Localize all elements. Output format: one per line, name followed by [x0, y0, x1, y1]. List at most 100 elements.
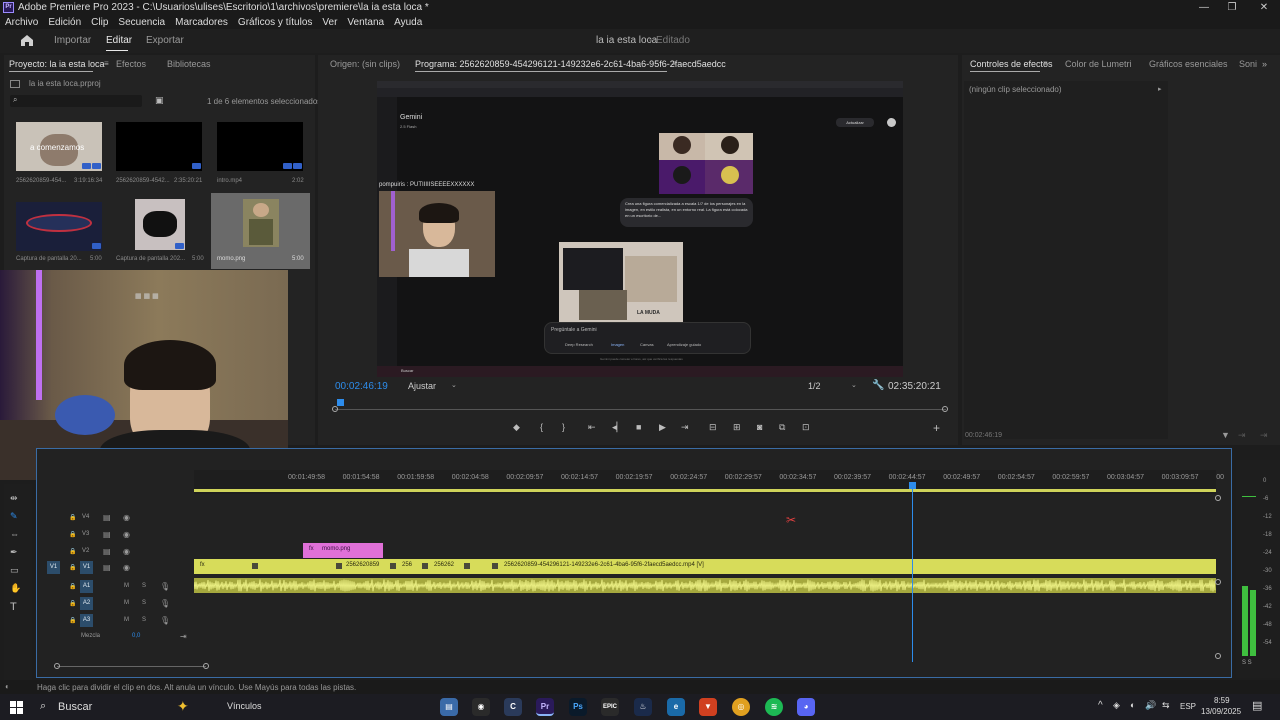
menu-ventana[interactable]: Ventana [347, 17, 384, 28]
eye-icon[interactable]: ◉ [123, 530, 130, 539]
clip-v1-main[interactable]: fx 2562620859 256 256262 2562620859-4542… [194, 559, 1216, 574]
mute-button[interactable]: M [124, 617, 129, 623]
clock-date[interactable]: 13/09/2025 [1201, 707, 1241, 716]
export-frame-icon[interactable]: ⇥ [1238, 430, 1246, 441]
notifications-icon[interactable]: ▤ [1252, 699, 1262, 712]
steam-icon[interactable]: ♨ [634, 698, 652, 716]
clip-a1-audio[interactable] [194, 578, 1216, 593]
stop-icon[interactable]: ■ [636, 423, 641, 432]
language-indicator[interactable]: ESP [1180, 702, 1196, 711]
rectangle-tool-icon[interactable]: ▭ [10, 566, 19, 575]
tab-lumetri[interactable]: Color de Lumetri [1065, 59, 1132, 69]
menu-ver[interactable]: Ver [322, 17, 337, 28]
lock-icon[interactable]: 🔒 [69, 548, 76, 555]
export-icon[interactable]: ⇥ [1260, 430, 1268, 441]
tab-project[interactable]: Proyecto: la ia esta loca [9, 59, 105, 69]
network-icon[interactable]: ⇆ [1162, 700, 1170, 711]
close-icon[interactable]: ✕ [1248, 0, 1280, 15]
playhead-marker[interactable] [337, 399, 344, 406]
widget-label[interactable]: Vínculos [227, 701, 262, 711]
filter-icon[interactable]: ▼ [1221, 430, 1230, 440]
step-back-icon[interactable]: ◂▏ [612, 423, 623, 432]
solo-button[interactable]: S [142, 583, 146, 589]
go-to-out-icon[interactable]: ⇥ [681, 423, 689, 432]
hand-tool-icon[interactable]: ✋ [10, 584, 21, 593]
tab-effects[interactable]: Efectos [116, 59, 146, 69]
tab-essential-graphics[interactable]: Gráficos esenciales [1149, 59, 1228, 69]
eye-icon[interactable]: ◉ [123, 547, 130, 556]
volume-icon[interactable]: 🔊 [1145, 700, 1156, 711]
extract-icon[interactable]: ⊞ [733, 423, 741, 432]
home-icon[interactable] [20, 34, 34, 47]
tab-importar[interactable]: Importar [54, 35, 91, 46]
clock-time[interactable]: 8:59 [1214, 696, 1230, 705]
pen-tool-icon[interactable]: ✒ [10, 548, 18, 557]
windows-start-icon[interactable] [10, 701, 23, 714]
program-scrubber[interactable] [335, 409, 946, 410]
tray-volume-app-icon[interactable]: ◐ [1130, 700, 1135, 710]
mix-value[interactable]: 0,0 [132, 633, 140, 639]
discord-icon[interactable]: ◕ [797, 698, 815, 716]
project-item-thumb[interactable] [116, 122, 202, 171]
menu-edicion[interactable]: Edición [48, 17, 81, 28]
microphone-icon[interactable]: 🎙 [160, 616, 170, 625]
lift-icon[interactable]: ⊟ [709, 423, 717, 432]
new-bin-icon[interactable]: ▣ [155, 96, 164, 105]
wrench-icon[interactable]: 🔧 [872, 380, 884, 391]
text-tool-icon[interactable]: T [10, 602, 17, 613]
project-item-thumb[interactable] [16, 202, 102, 251]
brave-icon[interactable]: ▼ [699, 698, 717, 716]
mark-out-icon[interactable]: } [562, 423, 565, 432]
mute-button[interactable]: M [124, 600, 129, 606]
maximize-icon[interactable]: ❐ [1216, 0, 1248, 15]
solo-button[interactable]: S [142, 617, 146, 623]
fit-dropdown[interactable]: Ajustar [408, 381, 436, 391]
eye-icon[interactable]: ◉ [123, 563, 130, 572]
capcut-icon[interactable]: C [504, 698, 522, 716]
ripple-tool-icon[interactable]: ⇔ [10, 530, 19, 539]
chrome-icon[interactable]: ◎ [732, 698, 750, 716]
menu-secuencia[interactable]: Secuencia [118, 17, 165, 28]
tab-libraries[interactable]: Bibliotecas [167, 59, 211, 69]
source-patch-v1[interactable]: V1 [47, 561, 60, 574]
marker-icon[interactable]: ◆ [513, 423, 520, 432]
add-button-icon[interactable]: + [933, 422, 940, 434]
microphone-icon[interactable]: 🎙 [160, 582, 170, 591]
camera-icon[interactable]: ◙ [757, 423, 762, 432]
tray-chevron-icon[interactable]: ^ [1098, 700, 1103, 711]
widget-sparkle-icon[interactable]: ✦ [177, 698, 189, 715]
project-item-thumb[interactable] [135, 199, 185, 250]
tab-source[interactable]: Origen: (sin clips) [330, 59, 400, 69]
tab-program[interactable]: Programa: 2562620859-454296121-149232e6-… [415, 59, 726, 69]
obs-icon[interactable]: ◉ [472, 698, 490, 716]
lock-icon[interactable]: 🔒 [69, 617, 76, 624]
project-search-input[interactable]: ⌕ [10, 95, 142, 107]
menu-graficos[interactable]: Gráficos y títulos [238, 17, 312, 28]
sync-icon[interactable]: ▤ [103, 547, 111, 556]
work-area-bar[interactable] [194, 489, 1216, 492]
taskbar-search[interactable]: Buscar [58, 701, 92, 713]
mark-in-icon[interactable]: { [540, 423, 543, 432]
premiere-taskbar-icon[interactable]: Pr [536, 698, 554, 716]
lock-icon[interactable]: 🔒 [69, 531, 76, 538]
file-explorer-icon[interactable]: ▤ [440, 698, 458, 716]
solo-button[interactable]: S [142, 600, 146, 606]
program-video-frame[interactable]: Gemini 2.5 Flash Actualizar Crea una fig… [377, 81, 903, 377]
timeline-playhead[interactable] [912, 484, 913, 662]
menu-archivo[interactable]: Archivo [5, 17, 38, 28]
resolution-dropdown[interactable]: 1/2 [808, 381, 821, 391]
razor-tool-icon[interactable]: ✎ [10, 512, 18, 521]
lock-icon[interactable]: 🔒 [69, 600, 76, 607]
tab-editar[interactable]: Editar [106, 35, 132, 46]
sync-icon[interactable]: ▤ [103, 530, 111, 539]
sync-icon[interactable]: ▤ [103, 513, 111, 522]
tab-effect-controls[interactable]: Controles de efectos [970, 59, 1053, 69]
spotify-icon[interactable]: ≋ [765, 698, 783, 716]
lock-icon[interactable]: 🔒 [69, 514, 76, 521]
play-icon[interactable]: ▶ [659, 423, 666, 432]
eye-icon[interactable]: ◉ [123, 513, 130, 522]
clip-momo[interactable]: fx momo.png [303, 543, 383, 558]
multicam-icon[interactable]: ⊡ [802, 423, 810, 432]
microphone-icon[interactable]: 🎙 [160, 599, 170, 608]
tab-sound[interactable]: Soni [1239, 59, 1257, 69]
